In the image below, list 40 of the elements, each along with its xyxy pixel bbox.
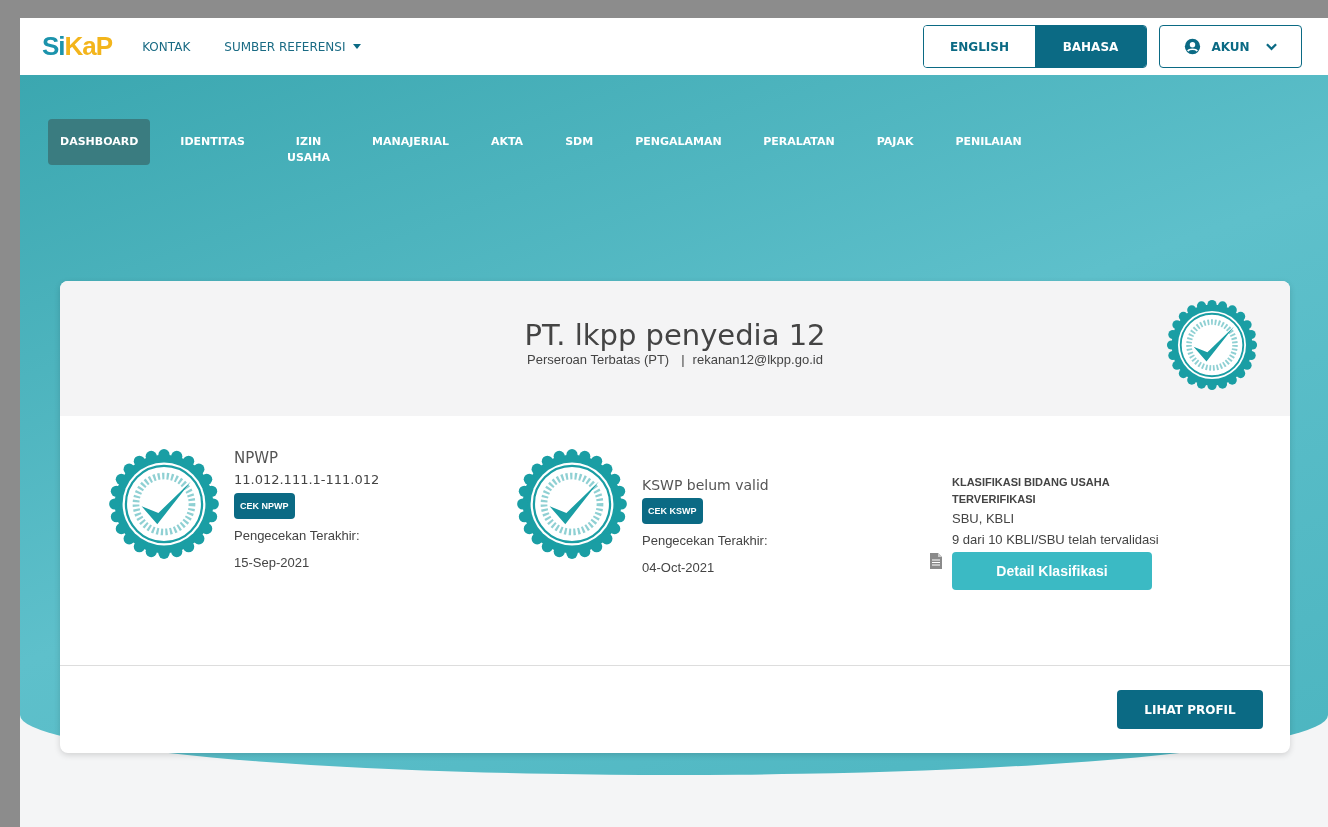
nav-tab[interactable]: AKTA bbox=[478, 119, 536, 165]
document-icon bbox=[930, 553, 942, 569]
nav-tab[interactable]: SDM bbox=[553, 119, 606, 165]
nav-tab[interactable]: PAJAK bbox=[864, 119, 926, 165]
user-icon bbox=[1184, 38, 1202, 55]
last-check-label: Pengecekan Terakhir: bbox=[234, 527, 361, 545]
caret-icon bbox=[353, 44, 362, 49]
last-check-date: 04-Oct-2021 bbox=[642, 559, 716, 577]
nav-tab[interactable]: PENILAIAN bbox=[943, 119, 1034, 165]
account-button[interactable]: AKUN bbox=[1159, 25, 1302, 68]
classification-title: KLASIFIKASI BIDANG USAHA TERVERIFIKASI bbox=[952, 475, 1111, 507]
verified-seal-icon bbox=[1166, 299, 1258, 391]
tax-number: 11.012.111.1-111.012 bbox=[234, 472, 380, 487]
company-name: PT. lkpp penyedia 12 bbox=[524, 318, 826, 352]
chevron-down-icon bbox=[1265, 42, 1277, 51]
nav-link[interactable]: KONTAK bbox=[142, 39, 191, 54]
nav-tab[interactable]: IDENTITAS bbox=[168, 119, 257, 165]
verified-seal-icon bbox=[516, 448, 628, 560]
nav-tab[interactable]: MANAJERIAL bbox=[360, 119, 461, 165]
last-check-date: 15-Sep-2021 bbox=[234, 554, 311, 572]
check-button[interactable]: CEK KSWP bbox=[642, 498, 703, 524]
nav-tab[interactable]: PERALATAN bbox=[751, 119, 847, 165]
classification-types: SBU, KBLI bbox=[952, 510, 1016, 528]
classification-status: 9 dari 10 KBLI/SBU telah tervalidasi bbox=[952, 531, 1160, 549]
check-button[interactable]: CEK NPWP bbox=[234, 493, 295, 519]
last-check-label: Pengecekan Terakhir: bbox=[642, 532, 769, 550]
separator: | bbox=[681, 352, 685, 367]
detail-button[interactable]: Detail Klasifikasi bbox=[952, 552, 1152, 590]
nav-tab[interactable]: IZIN USAHA bbox=[274, 119, 343, 181]
nav-tab[interactable]: DASHBOARD bbox=[48, 119, 151, 165]
language-button[interactable]: BAHASA bbox=[1035, 26, 1146, 67]
check-title: NPWP bbox=[234, 449, 280, 467]
profile-button[interactable]: LIHAT PROFIL bbox=[1117, 690, 1263, 729]
verified-seal-icon bbox=[108, 448, 220, 560]
dropdown-menu[interactable]: SUMBER REFERENSI bbox=[224, 39, 362, 54]
logo[interactable]: SiKaP bbox=[42, 31, 113, 62]
check-title: KSWP belum valid bbox=[642, 477, 769, 493]
company-type: Perseroan Terbatas (PT) bbox=[527, 352, 670, 367]
nav-tab[interactable]: PENGALAMAN bbox=[623, 119, 734, 165]
company-email: rekanan12@lkpp.go.id bbox=[692, 352, 823, 367]
